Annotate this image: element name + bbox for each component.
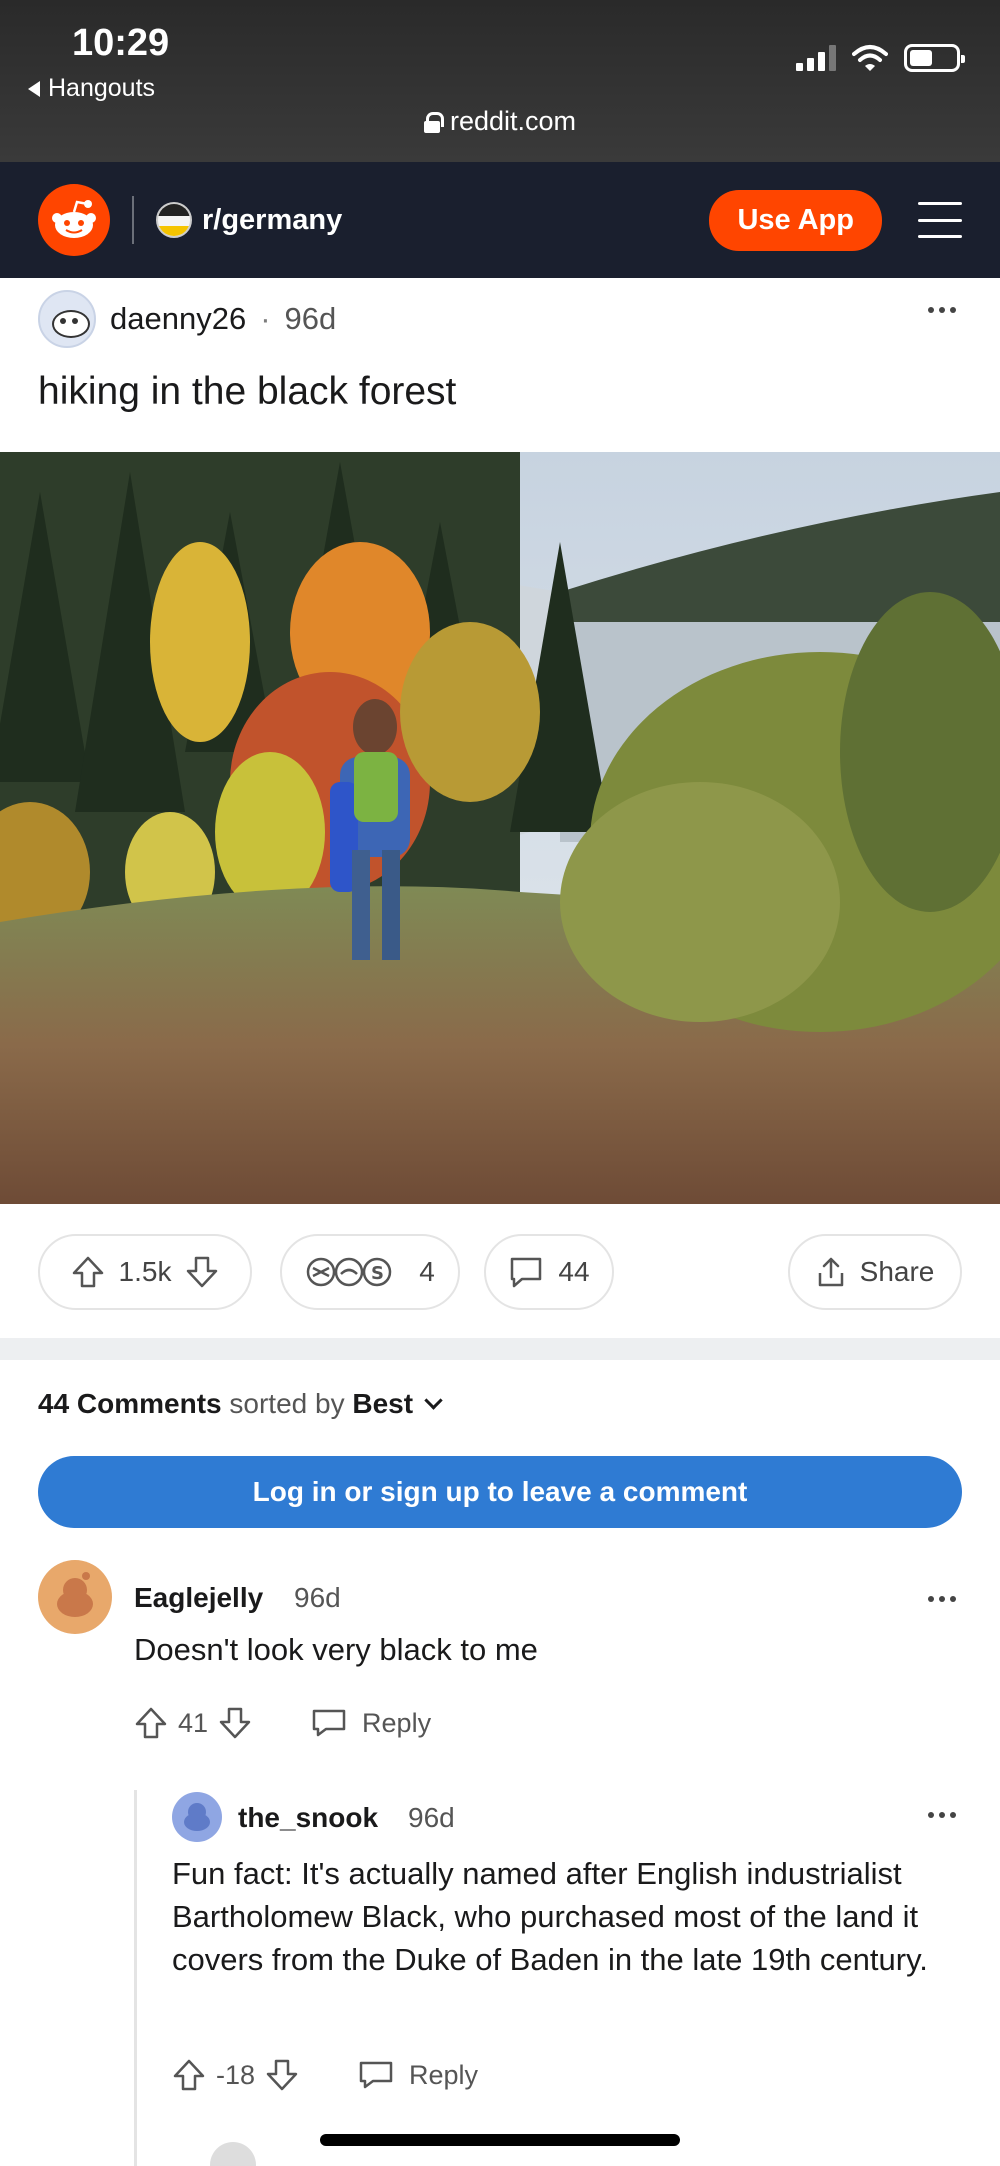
next-comment-avatar: [210, 2142, 256, 2166]
lock-icon: [423, 111, 444, 133]
comment-author[interactable]: Eaglejelly: [134, 1582, 263, 1614]
post-actions: 1.5k S 4 44 Share: [38, 1234, 962, 1312]
awards-pill[interactable]: S 4: [280, 1234, 460, 1310]
subreddit-name[interactable]: r/germany: [202, 204, 342, 237]
share-label: Share: [859, 1256, 935, 1287]
post-title[interactable]: hiking in the black forest: [38, 370, 456, 414]
status-bar: 10:29 Hangouts reddit.com: [0, 0, 1000, 162]
comments-count-label: 44 Comments: [38, 1388, 222, 1419]
post-age: 96d: [284, 301, 337, 336]
login-to-comment-button[interactable]: Log in or sign up to leave a comment: [38, 1456, 962, 1528]
upvote-icon[interactable]: [172, 2058, 206, 2092]
url-text: reddit.com: [449, 106, 577, 136]
downvote-icon[interactable]: [185, 1255, 219, 1289]
subreddit-icon: [156, 202, 192, 238]
comment-age: 96d: [408, 1802, 455, 1833]
upvote-icon[interactable]: [71, 1255, 105, 1289]
awards-icon: S: [306, 1257, 392, 1287]
post-score: 1.5k: [118, 1256, 172, 1287]
back-app-label: Hangouts: [48, 74, 156, 102]
comment-score: 41: [178, 1707, 209, 1738]
svg-text:S: S: [371, 1263, 384, 1284]
comments-count: 44: [558, 1256, 590, 1287]
sorted-by-label: sorted by: [229, 1388, 345, 1419]
status-time: 10:29: [72, 22, 170, 64]
sort-value[interactable]: Best: [352, 1388, 413, 1419]
home-indicator[interactable]: [320, 2134, 680, 2146]
post-more-options-icon[interactable]: [928, 307, 956, 313]
reply-icon: [312, 1709, 346, 1737]
comment-actions: -18 Reply: [172, 2058, 478, 2092]
awards-count: 4: [419, 1256, 435, 1287]
cellular-signal-icon: [796, 45, 836, 71]
comment-avatar[interactable]: [38, 1560, 112, 1634]
section-divider: [0, 1338, 1000, 1360]
comment-icon: [511, 1257, 542, 1288]
status-icons: [796, 44, 965, 72]
chevron-down-icon[interactable]: [424, 1391, 443, 1410]
comment-more-options-icon[interactable]: [928, 1596, 956, 1602]
comment-score: -18: [216, 2059, 256, 2090]
battery-icon: [904, 44, 965, 72]
comments-pill[interactable]: 44: [484, 1234, 614, 1310]
comment-actions: 41 Reply: [134, 1706, 431, 1740]
share-button[interactable]: Share: [788, 1234, 962, 1310]
comment-author[interactable]: the_snook: [238, 1802, 378, 1834]
reply-button[interactable]: Reply: [362, 1708, 431, 1739]
downvote-icon[interactable]: [265, 2058, 299, 2092]
meta-separator: ·: [260, 301, 271, 336]
vote-pill: 1.5k: [38, 1234, 252, 1310]
header-divider: [132, 196, 134, 244]
comment-avatar[interactable]: [172, 1792, 222, 1842]
comments-sort-bar[interactable]: 44 Comments sorted by Best: [38, 1388, 443, 1420]
share-icon: [818, 1257, 843, 1287]
back-arrow-icon: [28, 80, 40, 97]
menu-icon[interactable]: [918, 202, 962, 238]
upvote-icon[interactable]: [134, 1706, 168, 1740]
post-image[interactable]: [0, 452, 1000, 1204]
wifi-icon: [852, 45, 888, 71]
post-meta: daenny26 · 96d: [38, 290, 336, 348]
post-author[interactable]: daenny26: [110, 301, 246, 337]
reddit-logo-icon[interactable]: [38, 184, 110, 256]
thread-line: [134, 1790, 137, 2166]
back-to-app-link[interactable]: Hangouts: [28, 74, 155, 103]
reply-icon: [359, 2061, 393, 2089]
comment-body: Fun fact: It's actually named after Engl…: [172, 1856, 928, 1977]
url-bar[interactable]: reddit.com: [0, 106, 1000, 137]
downvote-icon[interactable]: [218, 1706, 252, 1740]
use-app-button[interactable]: Use App: [709, 189, 882, 251]
comment-more-options-icon[interactable]: [928, 1812, 956, 1818]
comment-body: Doesn't look very black to me: [134, 1632, 538, 1667]
comment-age: 96d: [294, 1582, 341, 1613]
site-header: r/germany Use App: [0, 162, 1000, 278]
author-avatar[interactable]: [38, 290, 96, 348]
reply-button[interactable]: Reply: [409, 2060, 478, 2091]
